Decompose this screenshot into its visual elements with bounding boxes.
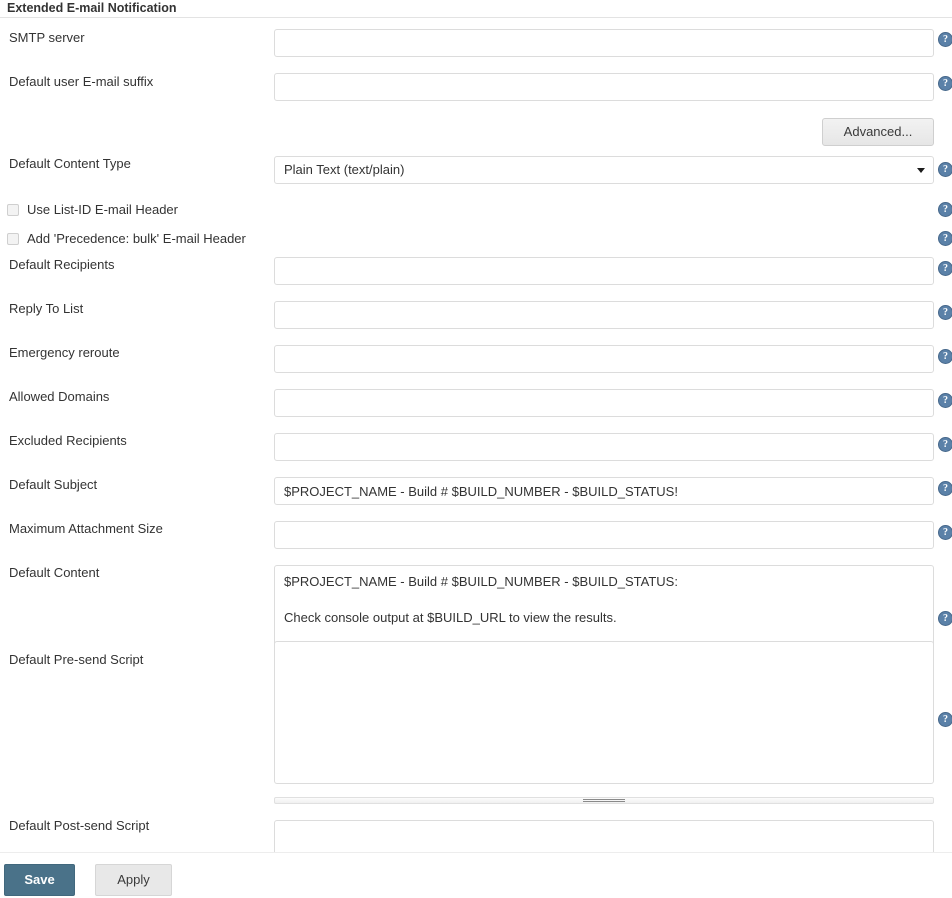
email-suffix-label: Default user E-mail suffix — [9, 74, 154, 89]
help-icon-content-type[interactable]: ? — [938, 162, 952, 177]
allowed-domains-input[interactable] — [274, 389, 934, 417]
footer-divider — [0, 852, 952, 853]
smtp-server-input[interactable] — [274, 29, 934, 57]
max-attachment-size-label: Maximum Attachment Size — [9, 521, 163, 536]
content-type-selected-value: Plain Text (text/plain) — [284, 162, 405, 177]
post-send-script-textarea[interactable] — [274, 820, 934, 852]
dragbar-grip-icon-2 — [583, 799, 625, 802]
advanced-button[interactable]: Advanced... — [822, 118, 934, 146]
content-type-select[interactable]: Plain Text (text/plain) — [274, 156, 934, 184]
chevron-down-icon — [917, 168, 925, 173]
pre-send-script-label: Default Pre-send Script — [9, 652, 144, 667]
default-subject-input[interactable] — [274, 477, 934, 505]
extended-email-notification-panel: Extended E-mail Notification SMTP server… — [0, 0, 952, 898]
help-icon-emergency-reroute[interactable]: ? — [938, 349, 952, 364]
pre-send-script-textarea[interactable] — [274, 641, 934, 784]
excluded-recipients-input[interactable] — [274, 433, 934, 461]
help-icon-reply-to-list[interactable]: ? — [938, 305, 952, 320]
post-send-script-clip — [0, 818, 952, 852]
help-icon-default-subject[interactable]: ? — [938, 481, 952, 496]
email-suffix-input[interactable] — [274, 73, 934, 101]
default-content-label: Default Content — [9, 565, 100, 580]
default-subject-label: Default Subject — [9, 477, 98, 492]
resize-dragbar-pre-send-script[interactable] — [274, 797, 934, 804]
use-list-id-label[interactable]: Use List-ID E-mail Header — [27, 202, 178, 217]
use-list-id-checkbox[interactable] — [7, 204, 19, 216]
precedence-bulk-label[interactable]: Add 'Precedence: bulk' E-mail Header — [27, 231, 246, 246]
help-icon-email-suffix[interactable]: ? — [938, 76, 952, 91]
help-icon-precedence-bulk[interactable]: ? — [938, 231, 952, 246]
content-type-label: Default Content Type — [9, 156, 131, 171]
precedence-bulk-checkbox[interactable] — [7, 233, 19, 245]
allowed-domains-label: Allowed Domains — [9, 389, 110, 404]
help-icon-excluded-recipients[interactable]: ? — [938, 437, 952, 452]
help-icon-allowed-domains[interactable]: ? — [938, 393, 952, 408]
help-icon-max-attachment-size[interactable]: ? — [938, 525, 952, 540]
excluded-recipients-label: Excluded Recipients — [9, 433, 127, 448]
apply-button[interactable]: Apply — [95, 864, 172, 896]
smtp-server-label: SMTP server — [9, 30, 85, 45]
emergency-reroute-label: Emergency reroute — [9, 345, 120, 360]
section-title: Extended E-mail Notification — [7, 1, 177, 15]
default-recipients-input[interactable] — [274, 257, 934, 285]
section-divider — [0, 17, 952, 18]
help-icon-pre-send-script[interactable]: ? — [938, 712, 952, 727]
save-button[interactable]: Save — [4, 864, 75, 896]
help-icon-smtp-server[interactable]: ? — [938, 32, 952, 47]
default-recipients-label: Default Recipients — [9, 257, 115, 272]
help-icon-default-recipients[interactable]: ? — [938, 261, 952, 276]
help-icon-default-content[interactable]: ? — [938, 611, 952, 626]
max-attachment-size-input[interactable] — [274, 521, 934, 549]
reply-to-list-input[interactable] — [274, 301, 934, 329]
help-icon-use-list-id[interactable]: ? — [938, 202, 952, 217]
emergency-reroute-input[interactable] — [274, 345, 934, 373]
reply-to-list-label: Reply To List — [9, 301, 84, 316]
